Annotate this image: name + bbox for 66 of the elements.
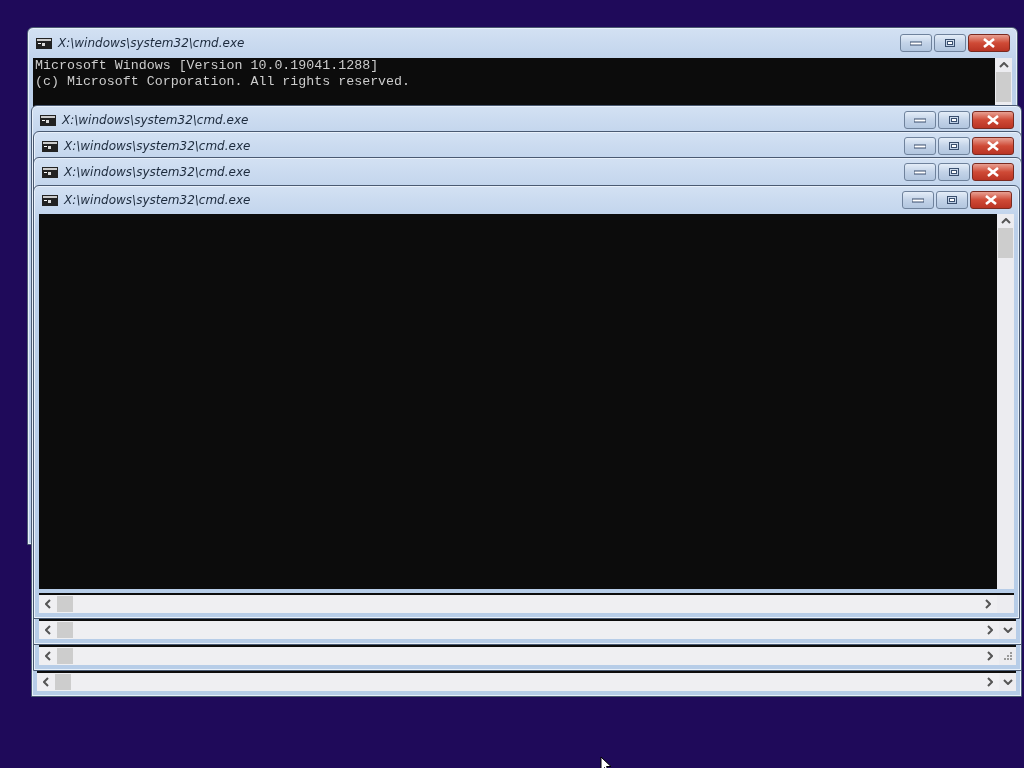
horizontal-scrollbar[interactable]	[39, 621, 999, 639]
close-icon	[983, 38, 995, 48]
maximize-button[interactable]	[934, 34, 966, 52]
scroll-down-icon[interactable]	[1002, 627, 1013, 633]
window-title: X:\windows\system32\cmd.exe	[58, 36, 245, 50]
scroll-right-icon[interactable]	[987, 651, 993, 661]
minimize-icon	[914, 143, 926, 149]
scroll-thumb[interactable]	[57, 622, 73, 638]
minimize-button[interactable]	[904, 111, 936, 129]
close-icon	[985, 195, 997, 205]
minimize-icon	[912, 197, 924, 203]
scroll-left-icon[interactable]	[43, 677, 49, 687]
scroll-up-icon[interactable]	[1000, 218, 1011, 224]
scroll-up-icon[interactable]	[998, 62, 1009, 68]
minimize-icon	[914, 169, 926, 175]
maximize-button[interactable]	[938, 163, 970, 181]
console-icon	[42, 140, 58, 152]
console-icon	[40, 114, 56, 126]
window-title: X:\windows\system32\cmd.exe	[62, 113, 249, 127]
console-icon	[42, 166, 58, 178]
scroll-thumb[interactable]	[57, 596, 73, 612]
close-button[interactable]	[972, 163, 1014, 181]
close-button[interactable]	[972, 137, 1014, 155]
maximize-icon	[947, 196, 957, 204]
window-title: X:\windows\system32\cmd.exe	[64, 139, 251, 153]
maximize-icon	[945, 39, 955, 47]
console-icon	[42, 194, 58, 206]
scroll-thumb[interactable]	[996, 72, 1011, 102]
maximize-icon	[949, 142, 959, 150]
resize-grip-icon[interactable]	[1003, 652, 1012, 660]
minimize-button[interactable]	[904, 137, 936, 155]
minimize-icon	[910, 40, 922, 46]
window-title: X:\windows\system32\cmd.exe	[64, 193, 251, 207]
scroll-right-icon[interactable]	[985, 599, 991, 609]
scrollbar-corner	[997, 595, 1014, 613]
close-icon	[987, 141, 999, 151]
minimize-button[interactable]	[900, 34, 932, 52]
close-button[interactable]	[970, 191, 1012, 209]
scroll-left-icon[interactable]	[45, 599, 51, 609]
console-line: (c) Microsoft Corporation. All rights reserved.	[35, 74, 412, 90]
console-icon	[36, 37, 52, 49]
scroll-thumb[interactable]	[55, 674, 71, 690]
maximize-icon	[949, 168, 959, 176]
horizontal-scrollbar[interactable]	[37, 673, 999, 691]
scroll-thumb[interactable]	[57, 648, 73, 664]
scroll-left-icon[interactable]	[45, 625, 51, 635]
close-button[interactable]	[968, 34, 1010, 52]
scroll-thumb[interactable]	[998, 228, 1013, 258]
scroll-left-icon[interactable]	[45, 651, 51, 661]
maximize-icon	[949, 116, 959, 124]
minimize-button[interactable]	[902, 191, 934, 209]
horizontal-scrollbar[interactable]	[39, 595, 997, 613]
window-title: X:\windows\system32\cmd.exe	[64, 165, 251, 179]
close-icon	[987, 115, 999, 125]
maximize-button[interactable]	[938, 137, 970, 155]
console-line: Microsoft Windows [Version 10.0.19041.1288]	[35, 58, 380, 74]
minimize-icon	[914, 117, 926, 123]
maximize-button[interactable]	[936, 191, 968, 209]
scroll-down-icon[interactable]	[1002, 679, 1013, 685]
maximize-button[interactable]	[938, 111, 970, 129]
horizontal-scrollbar[interactable]	[39, 647, 999, 665]
close-button[interactable]	[972, 111, 1014, 129]
scroll-right-icon[interactable]	[987, 625, 993, 635]
close-icon	[987, 167, 999, 177]
minimize-button[interactable]	[904, 163, 936, 181]
scroll-right-icon[interactable]	[987, 677, 993, 687]
